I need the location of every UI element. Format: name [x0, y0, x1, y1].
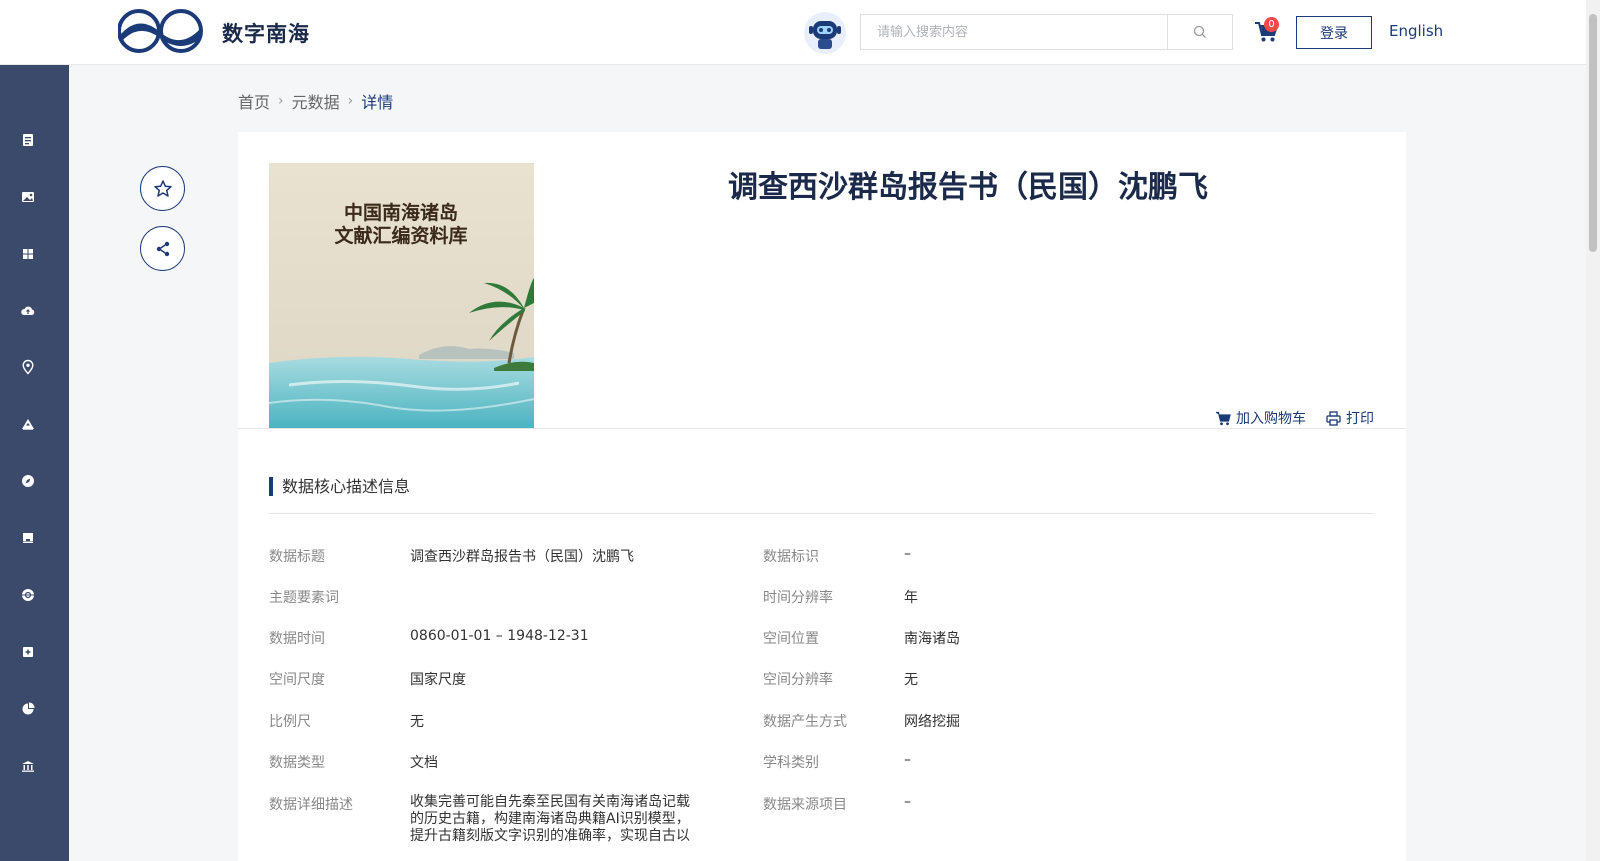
- star-icon: [153, 179, 172, 197]
- field-value-spatial-resolution: 无: [904, 672, 918, 688]
- pie-chart-icon[interactable]: [20, 701, 36, 717]
- plus-box-icon[interactable]: [20, 644, 36, 660]
- scrollbar-thumb[interactable]: [1589, 14, 1597, 252]
- cart-icon: [1216, 411, 1231, 425]
- cover-image: 中国南海诸岛 文献汇编资料库: [269, 163, 534, 428]
- chevron-right-icon: ›: [347, 93, 354, 109]
- chevron-right-icon: ›: [278, 93, 284, 109]
- field-label: 学科类别: [763, 755, 819, 771]
- search-button[interactable]: [1168, 15, 1232, 49]
- field-value-scale: 无: [410, 714, 424, 730]
- field-value-production-method: 网络挖掘: [904, 714, 960, 730]
- share-button[interactable]: [140, 226, 185, 271]
- field-value-identifier: –: [904, 546, 911, 562]
- add-to-cart-label: 加入购物车: [1236, 411, 1306, 427]
- search-box: [860, 14, 1233, 50]
- detail-card: 中国南海诸岛 文献汇编资料库 调查西沙群岛报告书（民国）沈鹏飞 加入购物车 打印…: [238, 132, 1406, 861]
- field-label: 数据详细描述: [269, 797, 353, 813]
- site-name[interactable]: 数字南海: [222, 18, 310, 48]
- document-icon[interactable]: [20, 132, 36, 148]
- field-label: 主题要素词: [269, 590, 339, 606]
- print-label: 打印: [1346, 411, 1374, 427]
- field-label: 空间位置: [763, 631, 819, 647]
- cover-title-line2: 文献汇编资料库: [334, 224, 467, 247]
- field-label: 比例尺: [269, 714, 311, 730]
- field-label: 数据产生方式: [763, 714, 847, 730]
- cover-title-line1: 中国南海诸岛: [344, 201, 458, 224]
- field-value-title: 调查西沙群岛报告书（民国）沈鹏飞: [410, 549, 634, 565]
- field-label: 时间分辨率: [763, 590, 833, 606]
- grid-icon[interactable]: [20, 246, 36, 262]
- language-switch-link[interactable]: English: [1389, 22, 1443, 40]
- favorite-button[interactable]: [140, 166, 185, 211]
- share-icon: [156, 241, 169, 256]
- breadcrumb-metadata[interactable]: 元数据: [292, 89, 340, 113]
- breadcrumb: 首页 › 元数据 › 详情: [238, 89, 393, 113]
- divider: [238, 428, 1406, 429]
- divider: [269, 513, 1375, 514]
- compass-icon[interactable]: [20, 473, 36, 489]
- store-icon[interactable]: [20, 530, 36, 546]
- field-label: 数据时间: [269, 631, 325, 647]
- field-value-time-resolution: 年: [904, 590, 918, 606]
- page-scrollbar[interactable]: [1586, 0, 1600, 861]
- printer-icon: [1326, 410, 1341, 426]
- field-value-subject: –: [904, 752, 911, 768]
- search-input[interactable]: [861, 15, 1168, 49]
- field-value-location: 南海诸岛: [904, 631, 960, 647]
- cart-count-badge: 0: [1264, 17, 1279, 32]
- left-sidebar: [0, 65, 69, 861]
- field-value-source-project: –: [904, 794, 911, 810]
- cloud-icon[interactable]: [20, 303, 36, 319]
- field-label: 数据标识: [763, 549, 819, 565]
- image-icon[interactable]: [20, 189, 36, 205]
- print-button[interactable]: 打印: [1326, 408, 1374, 428]
- add-to-cart-button[interactable]: 加入购物车: [1215, 408, 1306, 428]
- search-icon: [1193, 25, 1206, 38]
- terrain-icon[interactable]: [20, 416, 36, 432]
- top-header: 数字南海 0 登录 English: [0, 0, 1586, 65]
- breadcrumb-current: 详情: [361, 93, 394, 112]
- field-value-time: 0860-01-01 – 1948-12-31: [410, 628, 589, 644]
- breadcrumb-home[interactable]: 首页: [238, 89, 270, 113]
- field-value-description: 收集完善可能自先秦至民国有关南海诸岛记载的历史古籍，构建南海诸岛典籍AI识别模型…: [410, 794, 690, 844]
- login-button[interactable]: 登录: [1296, 16, 1372, 49]
- assistant-robot-icon[interactable]: [803, 11, 847, 55]
- globe-icon[interactable]: [20, 587, 36, 603]
- field-value-spatial-scale: 国家尺度: [410, 672, 466, 688]
- field-label: 空间尺度: [269, 672, 325, 688]
- field-label: 数据来源项目: [763, 797, 847, 813]
- library-icon[interactable]: [20, 758, 36, 774]
- field-label: 数据标题: [269, 549, 325, 565]
- section-title: 数据核心描述信息: [269, 477, 410, 496]
- logo-icon[interactable]: [118, 8, 204, 54]
- record-title: 调查西沙群岛报告书（民国）沈鹏飞: [728, 170, 1208, 205]
- field-label: 空间分辨率: [763, 672, 833, 688]
- location-icon[interactable]: [20, 359, 36, 375]
- action-bar: 加入购物车 打印: [1215, 408, 1374, 428]
- field-label: 数据类型: [269, 755, 325, 771]
- field-value-type: 文档: [410, 755, 438, 771]
